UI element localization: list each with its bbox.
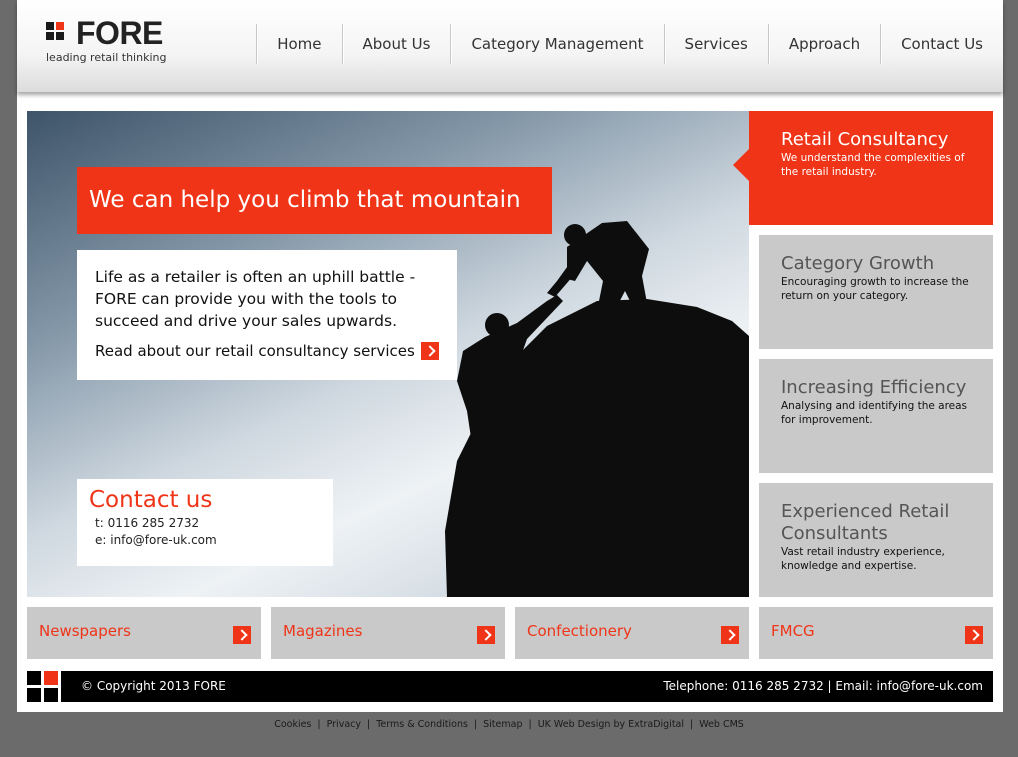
link-separator: | <box>367 719 371 730</box>
category-label: Newspapers <box>39 622 131 640</box>
panel-retail-consultancy[interactable]: Retail Consultancy We understand the com… <box>733 111 993 225</box>
arrow-right-icon[interactable] <box>233 626 251 644</box>
panel-category-growth[interactable]: Category Growth Encouraging growth to in… <box>759 235 993 349</box>
logo-squares-icon <box>46 20 74 48</box>
arrow-right-icon[interactable] <box>721 626 739 644</box>
link-separator: | <box>690 719 694 730</box>
panel-experienced-consultants[interactable]: Experienced Retail Consultants Vast reta… <box>759 483 993 597</box>
hero-banner: We can help you climb that mountain Life… <box>27 111 749 597</box>
logo-wordmark: FORE <box>76 15 163 51</box>
category-confectionery[interactable]: Confectionery <box>515 607 749 659</box>
hero-body-text: Life as a retailer is often an uphill ba… <box>95 268 416 330</box>
link-web-cms[interactable]: Web CMS <box>699 719 744 730</box>
panel-desc: Analysing and identifying the areas for … <box>781 400 968 426</box>
main-nav: Home About Us Category Management Servic… <box>256 24 1003 64</box>
logo-tagline: leading retail thinking <box>46 51 167 64</box>
panel-desc: Vast retail industry experience, knowled… <box>781 546 945 572</box>
category-fmcg[interactable]: FMCG <box>759 607 993 659</box>
link-separator: | <box>528 719 532 730</box>
hero-intro-box: Life as a retailer is often an uphill ba… <box>77 250 457 380</box>
footer-logo-icon <box>27 671 59 702</box>
link-cookies[interactable]: Cookies <box>274 719 311 730</box>
category-newspapers[interactable]: Newspapers <box>27 607 261 659</box>
site-logo[interactable]: FORE leading retail thinking <box>46 15 176 68</box>
arrow-right-icon[interactable] <box>477 626 495 644</box>
nav-approach[interactable]: Approach <box>767 24 880 64</box>
contact-title: Contact us <box>89 487 213 513</box>
nav-services[interactable]: Services <box>663 24 768 64</box>
footer-contact: Telephone: 0116 285 2732 | Email: info@f… <box>663 679 983 693</box>
retail-consultancy-link[interactable]: Read about our retail consultancy servic… <box>95 342 439 360</box>
site-header: FORE leading retail thinking Home About … <box>17 0 1003 92</box>
nav-category-management[interactable]: Category Management <box>450 24 663 64</box>
category-magazines[interactable]: Magazines <box>271 607 505 659</box>
link-separator: | <box>473 719 478 730</box>
panel-title: Experienced Retail Consultants <box>781 501 950 544</box>
link-sitemap[interactable]: Sitemap <box>483 719 522 730</box>
hero-title: We can help you climb that mountain <box>77 167 552 234</box>
category-label: Magazines <box>283 622 363 640</box>
contact-box: Contact us t: 0116 285 2732 e: info@fore… <box>77 479 333 566</box>
footer-bar: © Copyright 2013 FORE Telephone: 0116 28… <box>61 671 993 702</box>
link-privacy[interactable]: Privacy <box>327 719 361 730</box>
panel-title: Category Growth <box>781 253 935 274</box>
panel-desc: We understand the complexities of the re… <box>781 152 965 178</box>
contact-email[interactable]: e: info@fore-uk.com <box>95 532 321 549</box>
arrow-right-icon[interactable] <box>965 626 983 644</box>
category-label: FMCG <box>771 622 815 640</box>
bottom-links: Cookies | Privacy | Terms & Conditions | Sitem… <box>0 719 1018 730</box>
panel-desc: Encouraging growth to increase the retur… <box>781 276 969 302</box>
nav-about-us[interactable]: About Us <box>341 24 451 64</box>
hero-link-label: Read about our retail consultancy servic… <box>95 342 415 360</box>
arrow-right-icon[interactable] <box>420 342 439 360</box>
nav-home[interactable]: Home <box>256 24 341 64</box>
panel-title: Retail Consultancy <box>781 129 949 150</box>
link-web-design[interactable]: UK Web Design by ExtraDigital <box>538 719 684 730</box>
footer-copyright: © Copyright 2013 FORE <box>81 679 226 693</box>
nav-contact-us[interactable]: Contact Us <box>880 24 1003 64</box>
panel-title: Increasing Efficiency <box>781 377 967 398</box>
link-separator: | <box>317 719 321 730</box>
contact-phone: t: 0116 285 2732 <box>95 516 200 530</box>
category-label: Confectionery <box>527 622 632 640</box>
link-terms[interactable]: Terms & Conditions <box>376 719 468 730</box>
page-container: FORE leading retail thinking Home About … <box>17 0 1003 712</box>
panel-increasing-efficiency[interactable]: Increasing Efficiency Analysing and iden… <box>759 359 993 473</box>
